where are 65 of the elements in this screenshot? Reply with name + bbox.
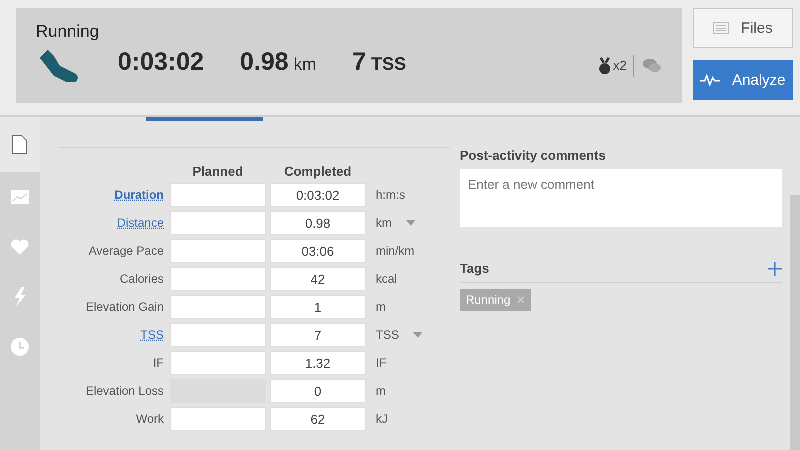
- tag-label: Running: [466, 293, 511, 307]
- field-label: IF: [152, 356, 165, 370]
- completed-input[interactable]: 0:03:02: [270, 183, 366, 207]
- completed-input[interactable]: 62: [270, 407, 366, 431]
- field-label: Work: [135, 412, 165, 426]
- sport-name: Running: [36, 22, 100, 42]
- planned-input[interactable]: [170, 183, 266, 207]
- field-label: Calories: [118, 272, 165, 286]
- unit-label: m: [376, 300, 386, 314]
- unit-label: kJ: [376, 412, 388, 426]
- completed-input[interactable]: 42: [270, 267, 366, 291]
- planned-input[interactable]: [170, 351, 266, 375]
- column-header: Planned: [192, 164, 244, 179]
- distance-value: 0.98: [240, 48, 289, 77]
- completed-input[interactable]: 1.32: [270, 351, 366, 375]
- unit-label: km: [376, 216, 392, 230]
- chat-bubbles-icon[interactable]: [642, 58, 662, 74]
- pulse-icon: [700, 74, 720, 86]
- comment-field[interactable]: Enter a new comment: [460, 169, 782, 227]
- field-label: Elevation Gain: [84, 300, 165, 314]
- tss-value: 7: [352, 48, 366, 77]
- dropdown-arrow-icon[interactable]: [413, 332, 424, 338]
- files-button[interactable]: Files: [693, 8, 793, 48]
- lightning-icon: [13, 287, 27, 307]
- heart-icon: [10, 238, 30, 256]
- completed-input[interactable]: 1: [270, 295, 366, 319]
- completed-input[interactable]: 03:06: [270, 239, 366, 263]
- field-label: Elevation Loss: [84, 384, 165, 398]
- completed-input[interactable]: 7: [270, 323, 366, 347]
- comments-heading: Post-activity comments: [460, 148, 607, 163]
- unit-label: IF: [376, 356, 387, 370]
- completed-input[interactable]: 0.98: [270, 211, 366, 235]
- completed-input[interactable]: 0: [270, 379, 366, 403]
- document-icon: [12, 134, 28, 154]
- planned-input[interactable]: [170, 323, 266, 347]
- column-header: Completed: [283, 164, 353, 179]
- list-icon: [713, 22, 730, 34]
- analyze-button[interactable]: Analyze: [693, 60, 793, 100]
- medal-icon: [599, 57, 612, 75]
- field-link[interactable]: Distance: [58, 216, 166, 230]
- unit-label: min/km: [376, 244, 415, 258]
- unit-label: TSS: [376, 328, 400, 342]
- sidebar-tab[interactable]: [0, 117, 40, 172]
- planned-input[interactable]: [170, 267, 266, 291]
- dropdown-arrow-icon[interactable]: [406, 220, 416, 226]
- planned-input[interactable]: [170, 239, 266, 263]
- scrollbar[interactable]: [790, 195, 800, 450]
- duration-value: 0:03:02: [118, 48, 204, 77]
- planned-input[interactable]: [170, 295, 266, 319]
- medal-count: x2: [613, 58, 627, 73]
- field-link[interactable]: TSS: [58, 328, 166, 342]
- field-label: Average Pace: [88, 244, 165, 258]
- chart-icon: [10, 189, 30, 205]
- field-link[interactable]: Duration: [58, 188, 166, 202]
- tss-unit: TSS: [371, 54, 406, 75]
- unit-label: kcal: [376, 272, 398, 286]
- tags-heading: Tags: [460, 261, 490, 276]
- planned-input[interactable]: [170, 211, 266, 235]
- unit-label: h:m:s: [376, 188, 406, 202]
- planned-input[interactable]: [170, 407, 266, 431]
- add-icon[interactable]: [768, 262, 782, 276]
- clock-icon: [10, 337, 30, 357]
- unit-label: m: [376, 384, 386, 398]
- close-icon[interactable]: [516, 296, 525, 304]
- distance-unit: km: [294, 55, 317, 75]
